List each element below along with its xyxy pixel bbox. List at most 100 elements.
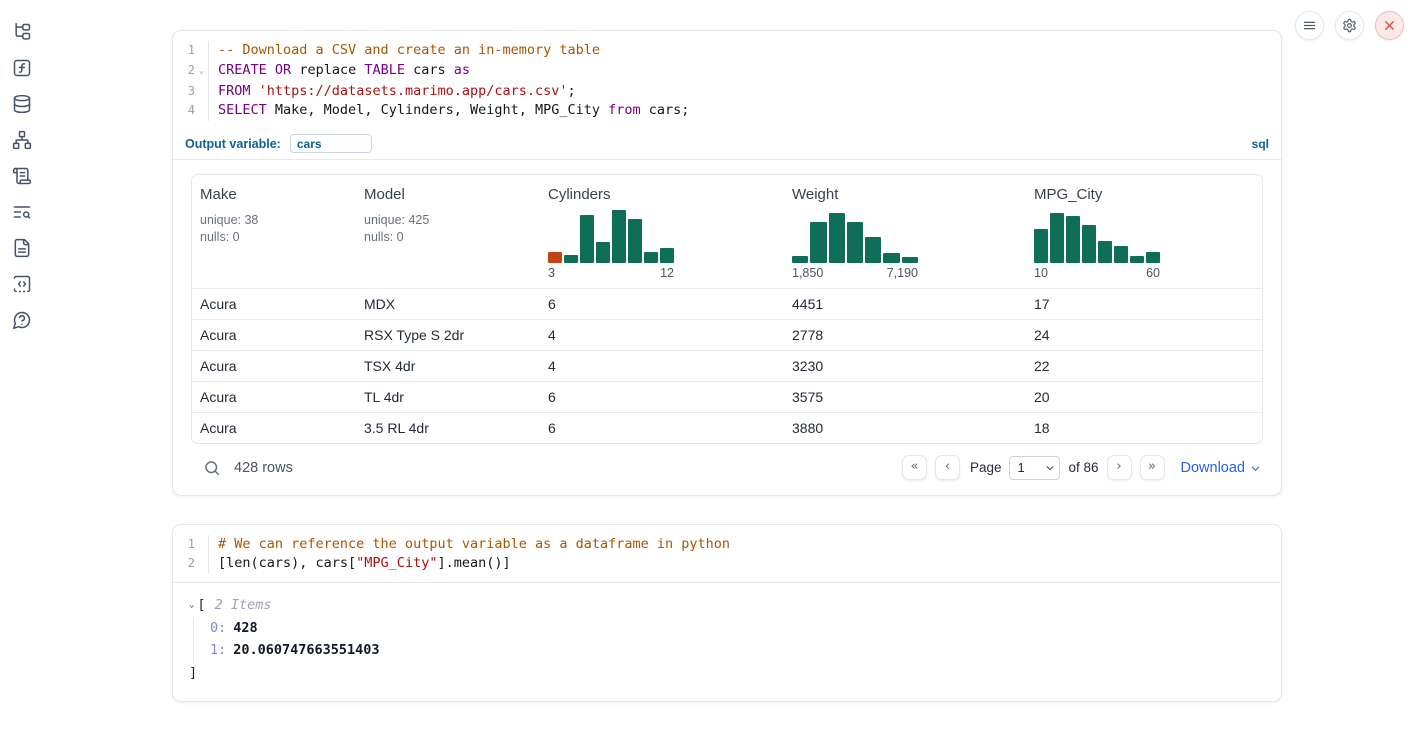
dataframe-table: Make unique: 38 nulls: 0 Model unique: 4… [191,174,1263,444]
search-button[interactable] [203,459,221,477]
table-body: AcuraMDX6445117AcuraRSX Type S 2dr427782… [192,288,1262,443]
fold-gutter [195,554,208,574]
column-label: Make [200,186,348,203]
mpg-city-histogram: 10 60 [1034,209,1160,280]
table-cell: 3880 [784,413,1026,443]
histogram-min-label: 1,850 [792,266,823,280]
histogram-bar [1066,216,1080,263]
tree-open-bracket: [ [197,595,205,615]
table-cell: 22 [1026,351,1262,381]
gear-icon [1342,18,1357,33]
table-cell: Acura [192,351,356,381]
line-number: 4 [173,101,195,121]
table-cell: 20 [1026,382,1262,412]
fold-chevron-icon[interactable]: ⌄ [195,61,208,82]
histogram-bar [628,219,642,262]
dependency-graph-icon[interactable] [11,129,33,151]
sql-cell-output: Make unique: 38 nulls: 0 Model unique: 4… [173,160,1281,495]
output-variable-input[interactable] [290,134,372,153]
column-label: Cylinders [548,186,776,203]
histogram-bar [548,252,562,263]
column-header-model: Model unique: 425 nulls: 0 [356,175,540,288]
table-row: AcuraMDX6445117 [192,288,1262,319]
snippets-icon[interactable] [11,273,33,295]
histogram-bar [1114,246,1128,262]
table-cell: Acura [192,413,356,443]
file-explorer-icon[interactable] [11,21,33,43]
download-button[interactable]: Download [1181,460,1262,476]
table-cell: 4451 [784,289,1026,319]
table-row: AcuraRSX Type S 2dr4277824 [192,319,1262,350]
table-cell: 3230 [784,351,1026,381]
help-icon[interactable] [11,309,33,331]
shutdown-button[interactable] [1375,11,1404,40]
notebook-cells: 1 -- Download a CSV and create an in-memo… [172,30,1282,702]
table-row: Acura3.5 RL 4dr6388018 [192,412,1262,443]
tree-collapse-chevron-icon[interactable]: ⌄ [189,595,194,615]
histogram-bar [829,213,845,263]
page-label: Page [970,460,1002,475]
histogram-bar [1130,256,1144,262]
column-label: MPG_City [1034,186,1254,203]
column-stat-nulls: nulls: 0 [200,229,348,246]
logs-icon[interactable] [11,165,33,187]
table-cell: Acura [192,382,356,412]
outline-search-icon[interactable] [11,201,33,223]
column-stat-unique: unique: 425 [364,212,532,229]
code-line: 2[len(cars), cars["MPG_City"].mean()] [173,554,1281,574]
menu-button[interactable] [1295,11,1324,40]
page-select-value: 1 [1017,460,1024,475]
column-stat-nulls: nulls: 0 [364,229,532,246]
column-stat-unique: unique: 38 [200,212,348,229]
datasources-icon[interactable] [11,93,33,115]
code-text: CREATE OR replace TABLE cars as [208,61,1281,82]
sql-code-editor[interactable]: 1-- Download a CSV and create an in-memo… [173,31,1281,129]
histogram-bar [1082,225,1096,263]
window-controls [1295,11,1404,40]
column-header-weight: Weight 1,850 7,190 [784,175,1026,288]
code-line: 4SELECT Make, Model, Cylinders, Weight, … [173,101,1281,121]
histogram-max-label: 12 [660,266,674,280]
histogram-max-label: 60 [1146,266,1160,280]
download-label: Download [1181,460,1246,476]
first-page-button[interactable]: « [902,455,927,480]
tree-entry-key: 1: [210,642,226,658]
tree-close-bracket: ] [189,663,1265,683]
page-select[interactable]: 1 [1009,456,1060,480]
sql-cell: 1 -- Download a CSV and create an in-memo… [172,30,1282,496]
line-number: 3 [173,82,195,102]
python-code-editor[interactable]: 1# We can reference the output variable … [173,525,1281,582]
menu-icon [1302,18,1317,33]
python-cell-output: ⌄ [ 2 Items 0:4281:20.060747663551403 ] [173,582,1281,701]
histogram-bar [902,257,918,263]
output-variable-row: Output variable: sql [173,129,1281,160]
histogram-min-label: 3 [548,266,555,280]
histogram-bar [644,252,658,263]
table-cell: 3575 [784,382,1026,412]
histogram-bar [810,222,826,263]
table-header-row: Make unique: 38 nulls: 0 Model unique: 4… [192,175,1262,288]
line-number: 2 [173,61,195,82]
code-text: -- Download a CSV and create an in-memor… [208,41,1281,61]
histogram-bar [792,256,808,262]
fold-gutter [195,535,208,555]
row-count: 428 rows [234,460,293,476]
code-line: 2⌄CREATE OR replace TABLE cars as [173,61,1281,82]
histogram-min-label: 10 [1034,266,1048,280]
table-cell: 3.5 RL 4dr [356,413,540,443]
fold-gutter [195,82,208,102]
variables-icon[interactable] [11,57,33,79]
prev-page-button[interactable]: ‹ [935,455,960,480]
next-page-button[interactable]: › [1107,455,1132,480]
code-text: # We can reference the output variable a… [208,535,1281,555]
documentation-icon[interactable] [11,237,33,259]
histogram-bar [580,215,594,263]
chevron-down-icon [1250,463,1261,474]
close-icon [1382,18,1397,33]
settings-button[interactable] [1335,11,1364,40]
fold-gutter [195,41,208,61]
marimo-notebook-app: 1 -- Download a CSV and create an in-memo… [0,0,1408,729]
column-header-make: Make unique: 38 nulls: 0 [192,175,356,288]
last-page-button[interactable]: » [1140,455,1165,480]
table-cell: RSX Type S 2dr [356,320,540,350]
